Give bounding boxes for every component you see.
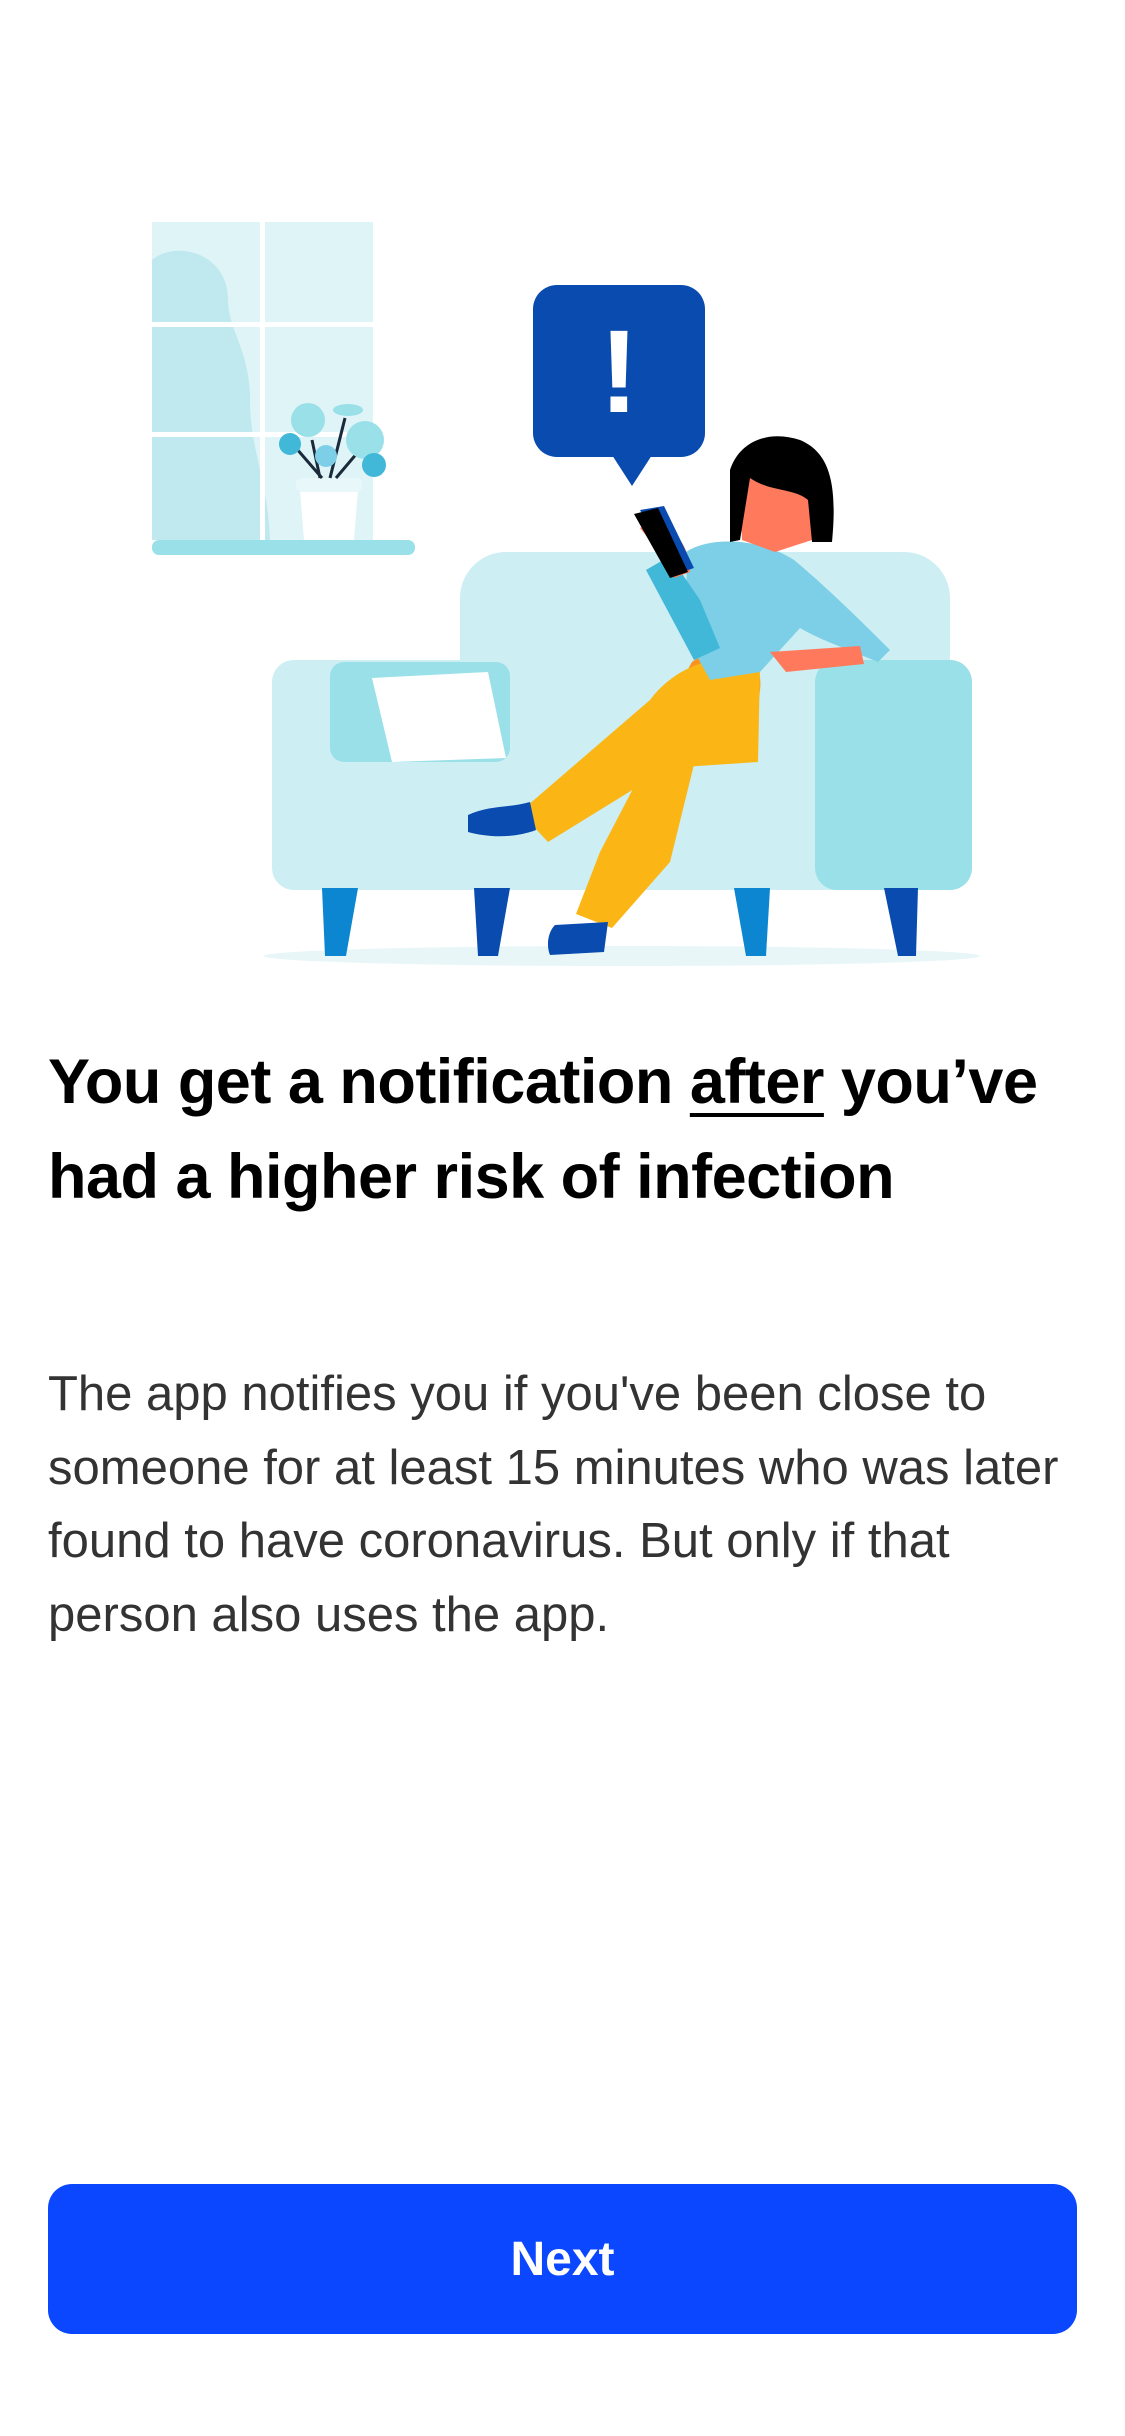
window — [152, 222, 415, 555]
title-emphasis-after: after — [689, 1047, 825, 1117]
description-text: The app notifies you if you've been clos… — [48, 1367, 1059, 1642]
alert-bubble: ! — [533, 285, 705, 486]
floor-shadow — [264, 946, 980, 966]
page-title: You get a notification after you’ve had … — [48, 1035, 1078, 1225]
title-part-1: You get a notification — [48, 1047, 690, 1117]
next-button[interactable]: Next — [48, 2184, 1077, 2334]
alert-exclamation: ! — [599, 306, 638, 438]
notification-illustration: ! — [152, 222, 980, 966]
next-button-label: Next — [510, 2232, 615, 2286]
